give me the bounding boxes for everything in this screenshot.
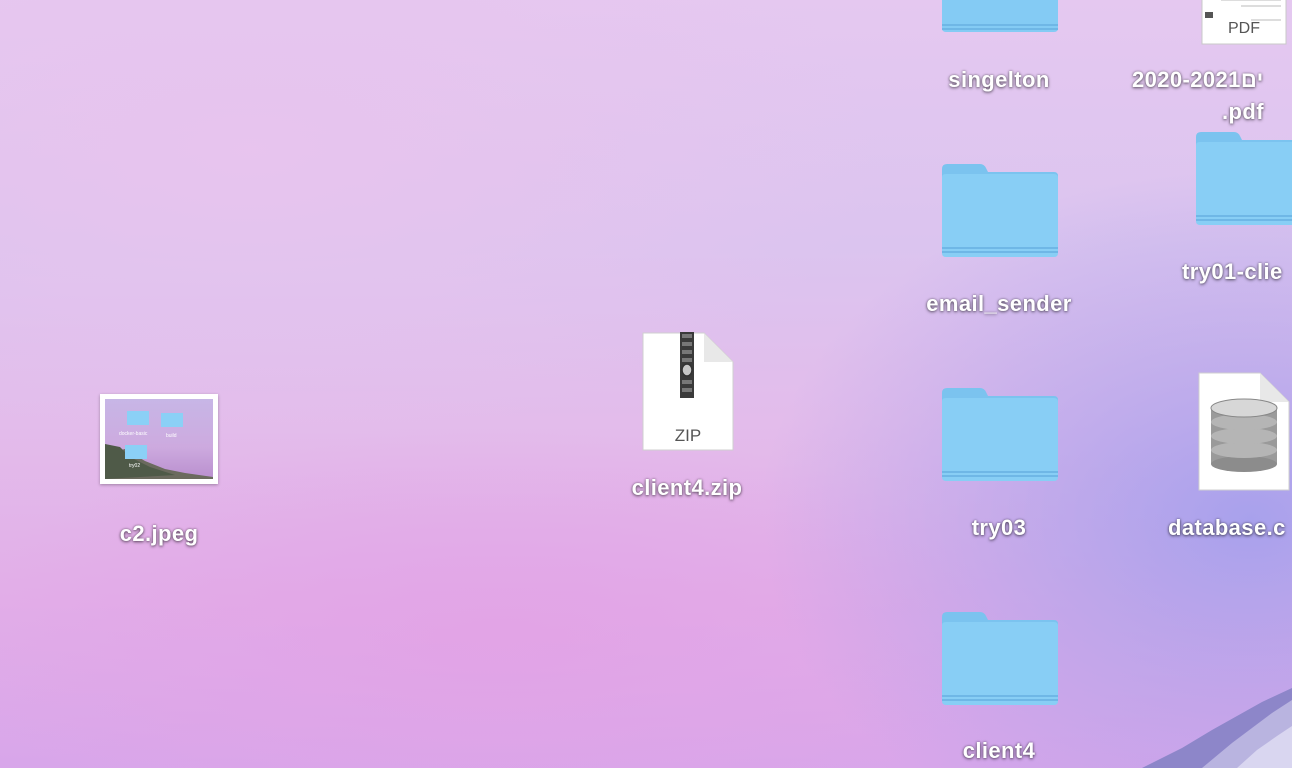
- folder-icon: [942, 388, 1058, 481]
- folder-icon: [942, 164, 1058, 257]
- folder-icon: [942, 0, 1058, 32]
- item-label: client4.zip: [631, 475, 743, 500]
- database-icon: [1198, 372, 1290, 491]
- zip-badge: ZIP: [674, 426, 702, 445]
- item-label: database.c: [1168, 515, 1286, 540]
- folder-icon: [1196, 132, 1292, 225]
- thumb-label: try02: [129, 463, 141, 469]
- folder-icon: [942, 612, 1058, 705]
- item-label: try01-clie: [1182, 259, 1283, 284]
- item-label: c2.jpeg: [119, 521, 199, 546]
- item-label: singelton: [948, 67, 1050, 92]
- thumb-label: build: [166, 433, 177, 439]
- thumb-label: docker-basic: [119, 431, 148, 437]
- item-label-line2: .pdf: [1222, 99, 1264, 124]
- wallpaper-mountain: [1142, 688, 1292, 768]
- image-thumbnail-icon: docker-basic build try02: [100, 394, 218, 484]
- item-label: email_sender: [926, 291, 1072, 316]
- item-label: try03: [971, 515, 1027, 540]
- item-label: 2020-2021ים: [1132, 67, 1264, 92]
- pdf-badge: PDF: [1228, 20, 1260, 37]
- item-label: client4: [962, 738, 1036, 763]
